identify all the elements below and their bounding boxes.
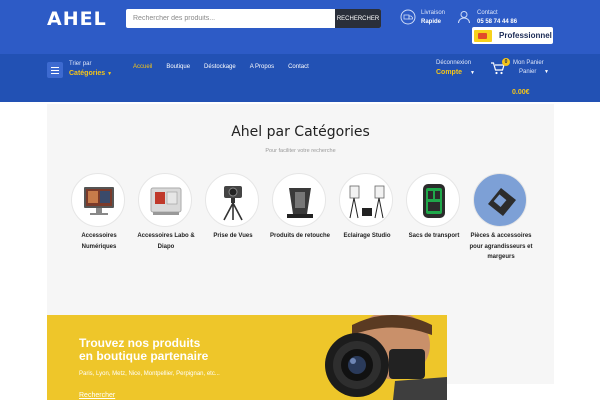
easel-icon <box>488 188 516 216</box>
search-bar: RECHERCHER <box>126 9 381 28</box>
categories-menu[interactable]: Trier par Catégories ▼ <box>47 59 127 81</box>
contact-phone[interactable]: 05 58 74 44 86 <box>477 19 517 25</box>
nav-boutique[interactable]: Boutique <box>166 64 190 70</box>
backpack-icon <box>423 184 445 218</box>
main-navbar: Trier par Catégories ▼ Accueil Boutique … <box>0 54 600 102</box>
site-logo[interactable]: AHEL <box>47 8 107 30</box>
cart-count-badge: 0 <box>502 58 510 66</box>
top-header: AHEL RECHERCHER Livraison Rapide Contact… <box>0 0 600 54</box>
user-icon <box>458 11 470 24</box>
account-dropdown[interactable]: Compte ▼ <box>436 69 475 76</box>
category-label: Eclairage Studio <box>343 233 391 239</box>
chevron-down-icon: ▼ <box>470 70 475 76</box>
nav-links: Accueil Boutique Déstockage A Propos Con… <box>133 64 309 70</box>
delivery-line1: Livraison <box>421 10 446 16</box>
search-input[interactable] <box>126 9 335 28</box>
loupe-icon <box>287 188 313 218</box>
banner-title-line2: en boutique partenaire <box>79 349 209 363</box>
sort-by-label: Trier par <box>69 61 92 67</box>
chevron-down-icon: ▼ <box>544 69 549 75</box>
monitor-icon <box>84 187 114 215</box>
chevron-down-icon: ▼ <box>107 71 113 77</box>
cart-total: 0.00€ <box>512 89 530 96</box>
category-label: Produits de retouche <box>269 233 330 239</box>
photographer-image <box>325 315 447 400</box>
delivery-line2: Rapide <box>421 19 442 25</box>
hamburger-icon <box>47 62 63 78</box>
category-label: Accessoires Labo & Diapo <box>137 233 195 250</box>
nav-accueil[interactable]: Accueil <box>133 64 152 70</box>
studio-light-icon <box>349 185 385 219</box>
banner-search-link[interactable]: Rechercher <box>79 392 115 399</box>
category-list: Accessoires Numériques Accessoires Labo … <box>68 173 536 293</box>
category-label: Accessoires Numériques <box>81 233 117 250</box>
truck-icon <box>400 9 416 25</box>
logout-link[interactable]: Déconnexion <box>436 60 471 66</box>
partner-store-banner: Trouvez nos produits en boutique partena… <box>47 315 447 400</box>
pro-badge-icon <box>474 30 492 42</box>
professionnel-label: Professionnel <box>499 31 552 40</box>
cart-dropdown[interactable]: Panier ▼ <box>519 69 549 75</box>
lab-box-icon <box>150 187 182 215</box>
contact-line1: Contact <box>477 10 498 16</box>
nav-contact[interactable]: Contact <box>288 64 309 70</box>
nav-destockage[interactable]: Déstockage <box>204 64 236 70</box>
category-label: Pièces & accessoires pour agrandisseurs … <box>469 233 533 260</box>
cart-label: Mon Panier <box>513 60 544 66</box>
categories-dropdown[interactable]: Catégories ▼ <box>69 70 112 77</box>
professionnel-button[interactable]: Professionnel <box>472 27 553 44</box>
category-label: Sacs de transport <box>408 233 460 239</box>
category-label: Prise de Vues <box>213 233 253 239</box>
camera-tripod-icon <box>223 186 243 221</box>
search-button[interactable]: RECHERCHER <box>335 9 381 28</box>
nav-a-propos[interactable]: A Propos <box>250 64 274 70</box>
categories-title: Ahel par Catégories <box>231 124 370 140</box>
categories-subtitle: Pour faciliter votre recherche <box>265 148 336 154</box>
banner-cities: Paris, Lyon, Metz, Nice, Montpellier, Pe… <box>79 371 220 377</box>
